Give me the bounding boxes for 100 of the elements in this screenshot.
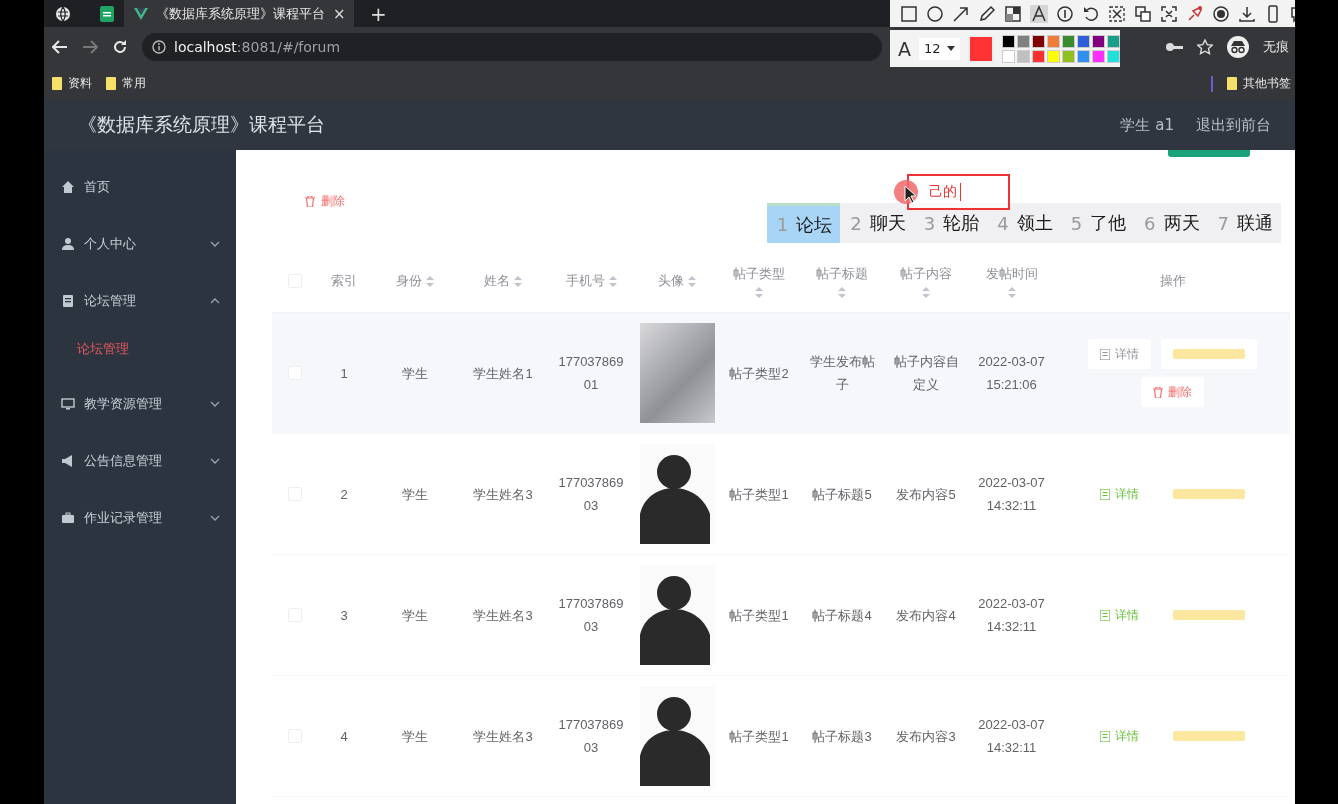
table-cell-text: 帖子类型2 xyxy=(728,364,790,383)
table-cell-text: 帖子标题4 xyxy=(811,606,873,625)
column-header[interactable]: 帖子类型 xyxy=(733,264,785,283)
megaphone-icon xyxy=(61,453,75,468)
table-cell-text: 学生发布帖子 xyxy=(808,353,876,394)
column-header[interactable]: 操作 xyxy=(1159,272,1186,290)
star-icon[interactable] xyxy=(1197,39,1213,55)
capture-icon[interactable] xyxy=(1160,4,1178,23)
incognito-icon[interactable] xyxy=(1227,36,1249,58)
column-header[interactable]: 头像 xyxy=(658,272,684,290)
bookmark-folder[interactable]: 其他书签 xyxy=(1227,75,1291,92)
ime-candidate[interactable]: 6 两天 xyxy=(1134,203,1208,243)
color-swatch[interactable] xyxy=(1062,34,1075,48)
folder-icon xyxy=(1227,77,1237,90)
sidebar-item[interactable]: 作业记录管理 xyxy=(44,489,236,546)
table-cell-text: 17703786903 xyxy=(557,474,625,515)
table-cell-text: 学生 xyxy=(401,364,429,383)
caret-icon xyxy=(946,46,955,51)
bookmark-folder[interactable]: 资料 xyxy=(52,75,92,92)
table-row[interactable]: 4 学生 学生姓名3 17703786903 帖子类型1 帖子标题3 发布内容3 2022-03-07 14:32:11 详情 xyxy=(272,676,1290,797)
table-cell-text: 帖子标题5 xyxy=(811,485,873,504)
arrow-icon[interactable] xyxy=(952,4,970,23)
column-header[interactable]: 帖子内容 xyxy=(900,264,952,283)
color-swatch[interactable] xyxy=(1017,49,1030,63)
trash-icon xyxy=(305,195,315,207)
column-header[interactable]: 姓名 xyxy=(484,272,510,290)
logout-link[interactable]: 退出到前台 xyxy=(1196,115,1271,135)
record-icon[interactable] xyxy=(1212,4,1230,23)
sort-icon xyxy=(426,275,434,287)
color-swatch[interactable] xyxy=(1017,34,1030,48)
sidebar-subitem[interactable]: 论坛管理 xyxy=(77,340,129,358)
list-icon xyxy=(1100,348,1110,360)
numbered-circle-icon[interactable] xyxy=(1056,4,1074,23)
column-header[interactable]: 帖子标题 xyxy=(816,264,868,283)
table-cell-text: 帖子类型1 xyxy=(728,485,790,504)
rectangle-icon[interactable] xyxy=(900,4,918,23)
app-title: 《数据库系统原理》课程平台 xyxy=(78,112,325,137)
sidebar-item[interactable]: 首页 xyxy=(44,158,236,215)
forward-icon[interactable] xyxy=(82,40,98,54)
cursor-icon xyxy=(894,180,920,206)
sort-icon xyxy=(514,275,522,287)
ime-candidate[interactable]: 5 了他 xyxy=(1060,203,1135,243)
table-row[interactable]: 1 学生 学生姓名1 17703786901 帖子类型2 学生发布帖子 帖子内容自定义 2022-03-07 15:21:06 详情 删除 xyxy=(272,313,1290,434)
color-swatch[interactable] xyxy=(1062,49,1075,63)
pencil-icon[interactable] xyxy=(978,4,996,23)
color-swatch[interactable] xyxy=(1002,34,1015,48)
color-swatch[interactable] xyxy=(1092,49,1105,63)
current-color-swatch[interactable] xyxy=(967,34,994,63)
key-icon[interactable] xyxy=(1165,41,1183,53)
color-swatch[interactable] xyxy=(1092,34,1105,48)
color-swatch[interactable] xyxy=(1107,49,1120,63)
table-cell-text: 3 xyxy=(339,606,349,625)
table-cell-text: 1 xyxy=(339,364,349,383)
font-size-dropdown[interactable]: 12 xyxy=(919,37,960,60)
user-label: 学生 a1 xyxy=(1120,115,1174,135)
sidebar-item[interactable]: 论坛管理 xyxy=(44,272,236,329)
undo-icon[interactable] xyxy=(1082,4,1100,23)
color-swatch[interactable] xyxy=(1047,49,1060,63)
trash-icon xyxy=(1153,386,1163,398)
profile-label[interactable]: 无痕 xyxy=(1263,38,1289,56)
table-cell-text: 2022-03-07 14:32:11 xyxy=(977,595,1046,636)
ime-candidate[interactable]: 7 联通 xyxy=(1207,203,1281,243)
bookmark-folder[interactable]: 常用 xyxy=(106,75,146,92)
color-swatch[interactable] xyxy=(1032,49,1045,63)
url-text[interactable]: localhost:8081/#/forum xyxy=(174,39,341,55)
download-icon[interactable] xyxy=(1238,4,1256,23)
sidebar-item[interactable]: 个人中心 xyxy=(44,215,236,272)
text-tool-icon[interactable] xyxy=(1030,4,1048,23)
sort-icon xyxy=(608,275,617,287)
color-swatch[interactable] xyxy=(1077,34,1090,48)
folder-icon xyxy=(106,77,116,90)
sort-icon xyxy=(755,286,763,298)
column-header[interactable]: 发帖时间 xyxy=(985,264,1038,283)
sidebar-item[interactable]: 教学资源管理 xyxy=(44,375,236,432)
table-row[interactable]: 3 学生 学生姓名3 17703786903 帖子类型1 帖子标题4 发布内容4 2022-03-07 14:32:11 详情 xyxy=(272,555,1290,676)
color-swatch[interactable] xyxy=(1077,49,1090,63)
column-header[interactable]: 身份 xyxy=(396,272,422,290)
color-swatch[interactable] xyxy=(1107,34,1120,48)
table-row[interactable]: 2 学生 学生姓名3 17703786903 帖子类型1 帖子标题5 发布内容5 2022-03-07 14:32:11 详情 xyxy=(272,434,1290,555)
back-icon[interactable] xyxy=(52,40,68,54)
monitor-icon xyxy=(61,396,75,411)
translate-icon[interactable] xyxy=(1134,4,1152,23)
crop-icon[interactable] xyxy=(1108,4,1126,23)
ime-candidate[interactable]: 1 论坛 xyxy=(766,203,841,243)
sidebar-item[interactable]: 公告信息管理 xyxy=(44,432,236,489)
mosaic-icon[interactable] xyxy=(1004,4,1022,23)
circle-icon[interactable] xyxy=(926,4,944,23)
tab-close-button[interactable]: × xyxy=(333,4,346,23)
color-swatch[interactable] xyxy=(1002,49,1015,63)
reload-icon[interactable] xyxy=(112,39,128,55)
color-swatch[interactable] xyxy=(1047,34,1060,48)
table-cell-text: 17703786903 xyxy=(557,716,625,757)
annotation-text-box[interactable]: 己的 xyxy=(907,174,1010,210)
column-header[interactable]: 手机号 xyxy=(565,272,605,290)
browser-tab[interactable]: 《数据库系统原理》课程平台 × xyxy=(124,0,354,27)
column-header[interactable]: 索引 xyxy=(331,272,357,290)
new-tab-button[interactable]: + xyxy=(370,1,387,26)
color-swatch[interactable] xyxy=(1032,34,1045,48)
home-icon xyxy=(61,179,75,194)
pin-icon[interactable] xyxy=(1186,4,1204,23)
